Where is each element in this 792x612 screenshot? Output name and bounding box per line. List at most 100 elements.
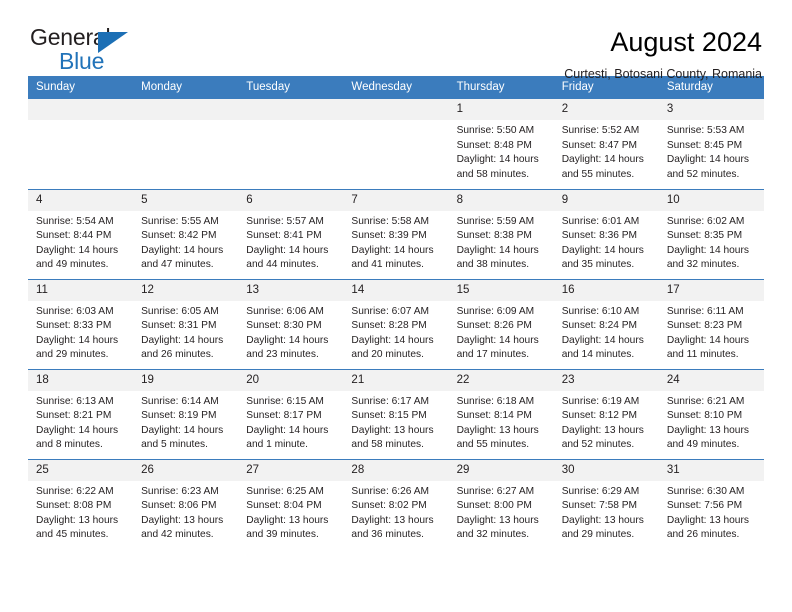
day-number: 12 [133, 279, 239, 301]
daylight-text-line2: and 5 minutes. [141, 439, 208, 451]
sunrise-text: Sunrise: 6:30 AM [666, 485, 745, 497]
daylight-text-line2: and 11 minutes. [666, 349, 739, 361]
calendar-day-cell[interactable]: 1 Sunrise: 5:50 AM Sunset: 8:48 PM Daylight… [448, 99, 554, 189]
daylight-text-line1: Daylight: 14 hours [246, 244, 329, 256]
day-details: Sunrise: 6:15 AM Sunset: 8:17 PM Daylight:… [238, 391, 343, 453]
calendar-day-cell[interactable]: 19 Sunrise: 6:14 AM Sunset: 8:19 PM Dayligh… [133, 368, 239, 459]
calendar-day-cell[interactable]: 5 Sunrise: 5:55 AM Sunset: 8:42 PM Daylight… [133, 188, 239, 279]
daylight-text-line2: and 14 minutes. [561, 349, 635, 361]
calendar-day-cell[interactable]: 2 Sunrise: 5:52 AM Sunset: 8:47 PM Daylight… [553, 99, 659, 189]
day-details: Sunrise: 6:01 AM Sunset: 8:36 PM Daylight:… [554, 211, 659, 273]
daylight-text-line2: and 20 minutes. [351, 349, 424, 361]
calendar-day-cell[interactable]: 4 Sunrise: 5:54 AM Sunset: 8:44 PM Daylight… [28, 188, 134, 279]
day-number [133, 99, 239, 120]
sunset-text: Sunset: 8:36 PM [561, 230, 638, 242]
day-number: 15 [448, 279, 554, 301]
daylight-text-line2: and 39 minutes. [246, 529, 319, 541]
day-number: 2 [553, 99, 659, 120]
daylight-text-line1: Daylight: 14 hours [456, 334, 539, 346]
calendar-day-cell[interactable]: 29 Sunrise: 6:27 AM Sunset: 8:00 PM Dayligh… [448, 458, 554, 549]
calendar-day-cell[interactable]: 3 Sunrise: 5:53 AM Sunset: 8:45 PM Daylight… [658, 99, 764, 189]
daylight-text-line1: Daylight: 14 hours [141, 424, 224, 436]
daylight-text-line1: Daylight: 14 hours [246, 424, 329, 436]
calendar-day-cell[interactable]: 27 Sunrise: 6:25 AM Sunset: 8:04 PM Dayligh… [238, 458, 344, 549]
calendar-week-row: 1 Sunrise: 5:50 AM Sunset: 8:48 PM Daylight… [28, 99, 764, 189]
calendar-day-cell[interactable]: 28 Sunrise: 6:26 AM Sunset: 8:02 PM Dayligh… [343, 458, 449, 549]
calendar-day-cell[interactable]: 17 Sunrise: 6:11 AM Sunset: 8:23 PM Dayligh… [658, 278, 764, 369]
calendar-week-row: 11 Sunrise: 6:03 AM Sunset: 8:33 PM Dayligh… [28, 278, 764, 369]
day-details: Sunrise: 5:59 AM Sunset: 8:38 PM Daylight:… [449, 211, 554, 273]
calendar-day-cell[interactable]: 13 Sunrise: 6:06 AM Sunset: 8:30 PM Dayligh… [238, 278, 344, 369]
calendar-day-cell[interactable]: 21 Sunrise: 6:17 AM Sunset: 8:15 PM Dayligh… [343, 368, 449, 459]
calendar-day-cell[interactable]: 7 Sunrise: 5:58 AM Sunset: 8:39 PM Daylight… [343, 188, 449, 279]
sunset-text: Sunset: 8:10 PM [666, 410, 743, 422]
daylight-text-line2: and 58 minutes. [456, 168, 530, 180]
daylight-text-line1: Daylight: 14 hours [36, 244, 119, 256]
day-details: Sunrise: 6:25 AM Sunset: 8:04 PM Daylight:… [238, 481, 343, 543]
calendar-day-cell[interactable]: 11 Sunrise: 6:03 AM Sunset: 8:33 PM Dayligh… [28, 278, 134, 369]
calendar-day-cell[interactable]: 23 Sunrise: 6:19 AM Sunset: 8:12 PM Dayligh… [553, 368, 659, 459]
calendar-day-cell[interactable]: 26 Sunrise: 6:23 AM Sunset: 8:06 PM Dayligh… [133, 458, 239, 549]
day-details: Sunrise: 6:29 AM Sunset: 7:58 PM Daylight:… [554, 481, 659, 543]
daylight-text-line1: Daylight: 14 hours [36, 424, 119, 436]
calendar-body: 1 Sunrise: 5:50 AM Sunset: 8:48 PM Daylight… [28, 99, 764, 549]
daylight-text-line2: and 47 minutes. [141, 259, 214, 271]
day-number: 30 [553, 459, 659, 481]
calendar-empty-cell [133, 99, 239, 189]
sunset-text: Sunset: 8:42 PM [141, 230, 217, 242]
calendar-day-cell[interactable]: 18 Sunrise: 6:13 AM Sunset: 8:21 PM Dayligh… [28, 368, 134, 459]
calendar-day-cell[interactable]: 9 Sunrise: 6:01 AM Sunset: 8:36 PM Daylight… [553, 188, 659, 279]
day-details: Sunrise: 6:17 AM Sunset: 8:15 PM Daylight:… [343, 391, 448, 453]
sunset-text: Sunset: 8:12 PM [561, 410, 638, 422]
sunrise-text: Sunrise: 6:06 AM [246, 305, 324, 317]
day-details: Sunrise: 6:27 AM Sunset: 8:00 PM Daylight:… [449, 481, 554, 543]
calendar-day-cell[interactable]: 14 Sunrise: 6:07 AM Sunset: 8:28 PM Dayligh… [343, 278, 449, 369]
page-title: August 2024 [610, 27, 762, 57]
calendar-day-cell[interactable]: 10 Sunrise: 6:02 AM Sunset: 8:35 PM Dayligh… [658, 188, 764, 279]
sunrise-text: Sunrise: 5:54 AM [36, 215, 114, 227]
calendar-day-cell[interactable]: 8 Sunrise: 5:59 AM Sunset: 8:38 PM Daylight… [448, 188, 554, 279]
sunset-text: Sunset: 8:45 PM [666, 139, 743, 151]
daylight-text-line1: Daylight: 14 hours [666, 244, 749, 256]
calendar-day-cell[interactable]: 6 Sunrise: 5:57 AM Sunset: 8:41 PM Daylight… [238, 188, 344, 279]
day-details: Sunrise: 6:22 AM Sunset: 8:08 PM Daylight:… [28, 481, 133, 543]
calendar-day-cell[interactable]: 31 Sunrise: 6:30 AM Sunset: 7:56 PM Dayligh… [658, 458, 764, 549]
weekday-header-thursday: Thursday [448, 76, 554, 99]
day-number: 29 [448, 459, 554, 481]
sunrise-text: Sunrise: 5:55 AM [141, 215, 219, 227]
sunrise-text: Sunrise: 6:07 AM [351, 305, 430, 317]
calendar-day-cell[interactable]: 12 Sunrise: 6:05 AM Sunset: 8:31 PM Dayligh… [133, 278, 239, 369]
sunset-text: Sunset: 8:08 PM [36, 500, 112, 512]
day-number [238, 99, 344, 120]
daylight-text-line1: Daylight: 14 hours [561, 334, 644, 346]
daylight-text-line2: and 49 minutes. [36, 259, 109, 271]
day-details: Sunrise: 5:54 AM Sunset: 8:44 PM Daylight:… [28, 211, 133, 273]
day-number: 1 [448, 99, 554, 120]
daylight-text-line2: and 36 minutes. [351, 529, 424, 541]
sunrise-text: Sunrise: 6:19 AM [561, 395, 640, 407]
calendar-day-cell[interactable]: 22 Sunrise: 6:18 AM Sunset: 8:14 PM Dayligh… [448, 368, 554, 459]
title-block: August 2024 Curtesti, Botosani County, R… [564, 26, 764, 82]
calendar-day-cell[interactable]: 25 Sunrise: 6:22 AM Sunset: 8:08 PM Dayligh… [28, 458, 134, 549]
sunset-text: Sunset: 8:44 PM [36, 230, 112, 242]
daylight-text-line2: and 44 minutes. [246, 259, 319, 271]
day-number: 3 [658, 99, 764, 120]
daylight-text-line1: Daylight: 14 hours [351, 244, 434, 256]
daylight-text-line1: Daylight: 14 hours [36, 334, 119, 346]
calendar-day-cell[interactable]: 24 Sunrise: 6:21 AM Sunset: 8:10 PM Dayligh… [658, 368, 764, 459]
weekday-header-monday: Monday [133, 76, 239, 99]
daylight-text-line1: Daylight: 13 hours [351, 514, 434, 526]
calendar-day-cell[interactable]: 30 Sunrise: 6:29 AM Sunset: 7:58 PM Dayligh… [553, 458, 659, 549]
day-number [28, 99, 134, 120]
daylight-text-line2: and 42 minutes. [141, 529, 214, 541]
calendar-day-cell[interactable]: 20 Sunrise: 6:15 AM Sunset: 8:17 PM Dayligh… [238, 368, 344, 459]
sunrise-text: Sunrise: 6:09 AM [456, 305, 535, 317]
sunset-text: Sunset: 8:00 PM [456, 500, 532, 512]
day-number: 18 [28, 369, 134, 391]
daylight-text-line1: Daylight: 14 hours [456, 154, 539, 166]
calendar-day-cell[interactable]: 15 Sunrise: 6:09 AM Sunset: 8:26 PM Dayligh… [448, 278, 554, 369]
day-details: Sunrise: 6:05 AM Sunset: 8:31 PM Daylight:… [133, 301, 238, 363]
calendar-day-cell[interactable]: 16 Sunrise: 6:10 AM Sunset: 8:24 PM Dayligh… [553, 278, 659, 369]
day-details: Sunrise: 6:14 AM Sunset: 8:19 PM Daylight:… [133, 391, 238, 453]
daylight-text-line1: Daylight: 13 hours [141, 514, 224, 526]
